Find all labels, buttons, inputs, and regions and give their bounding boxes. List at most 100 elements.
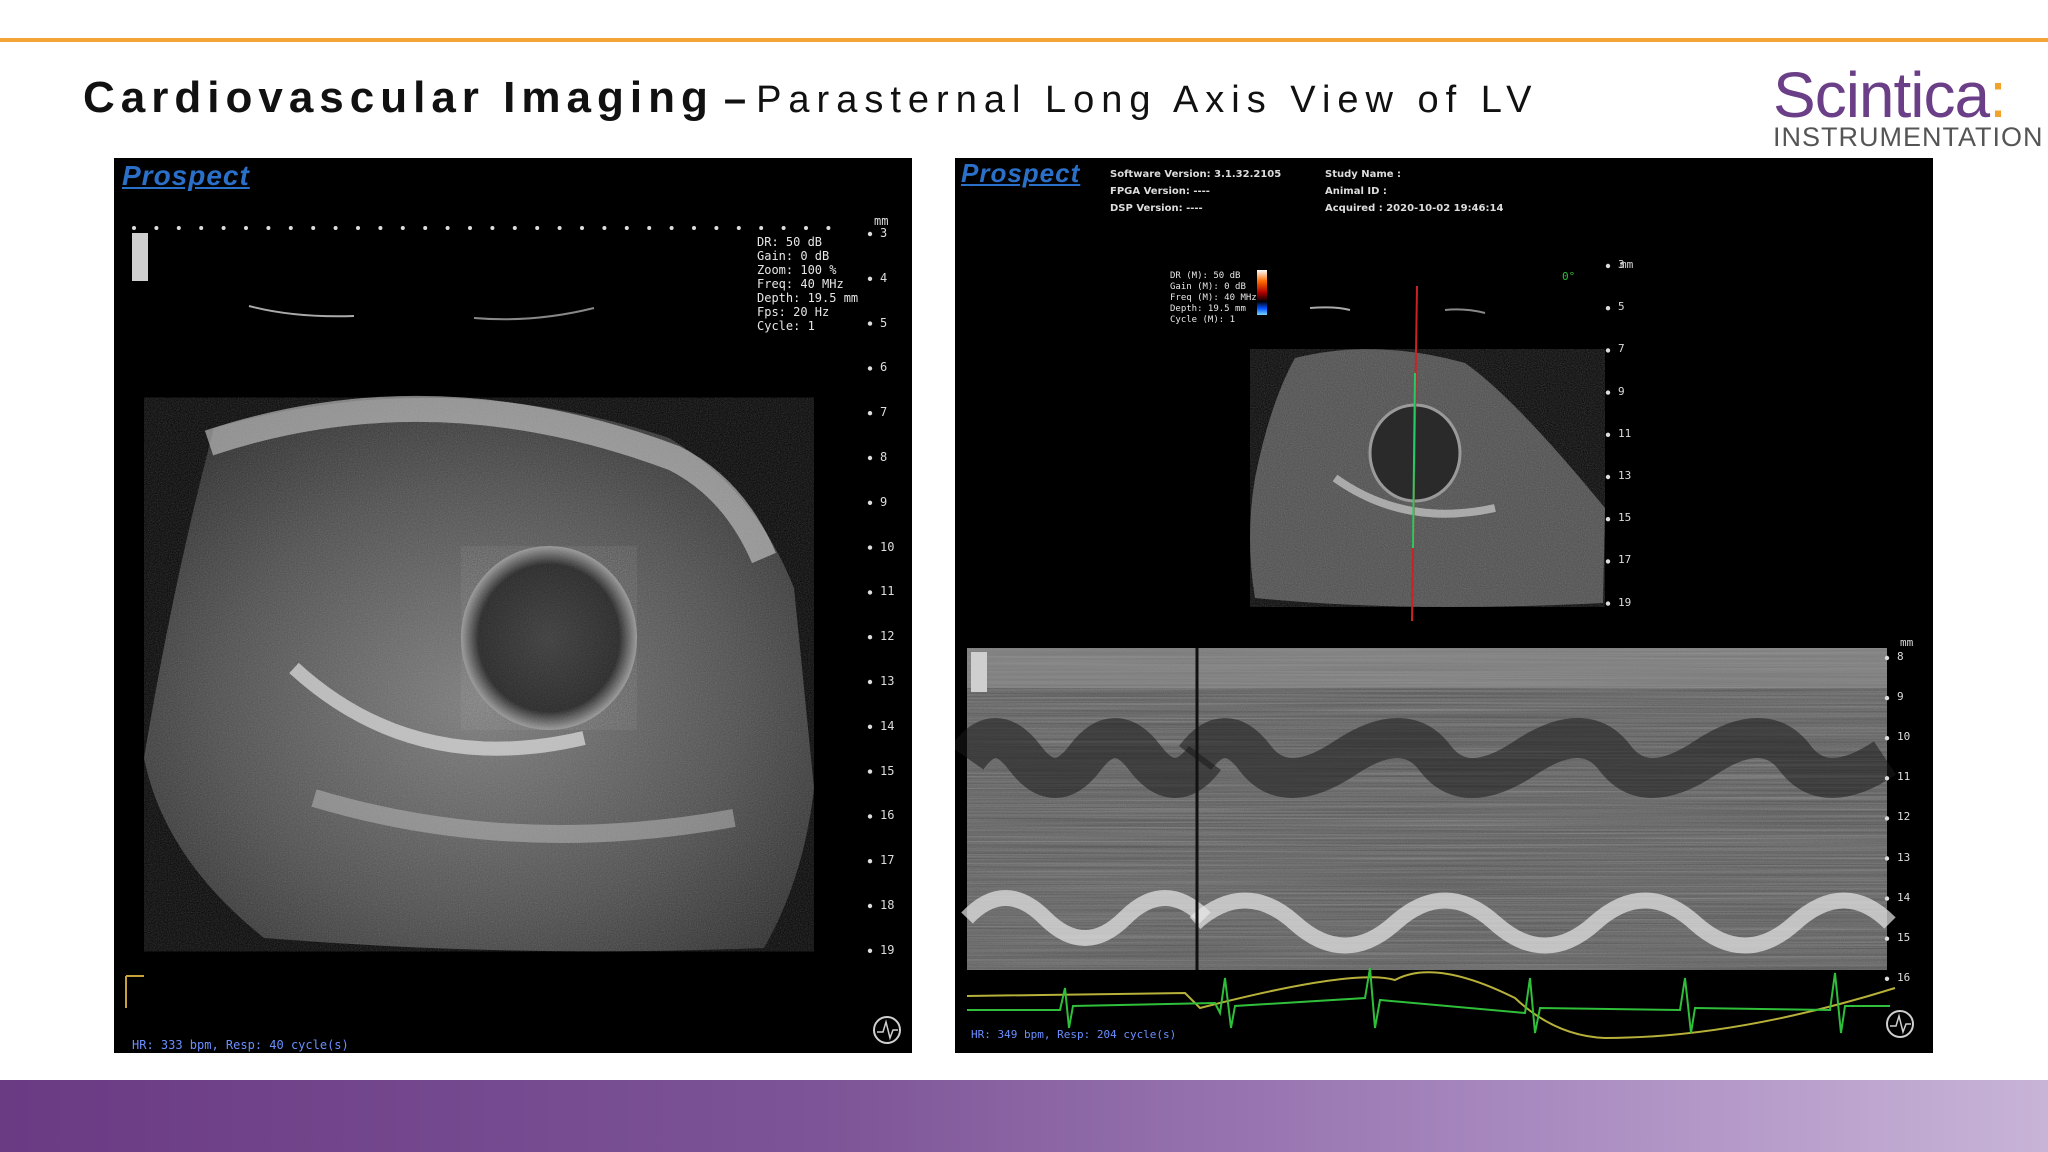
lateral-scale-dot (221, 226, 226, 230)
bmode-readout: DR: 50 dB Gain: 0 dB Zoom: 100 % Freq: 4… (757, 235, 859, 333)
depth-tick-dot (867, 903, 873, 909)
depth-tick-label: 13 (1897, 850, 1911, 864)
depth-tick-dot (1605, 432, 1611, 437)
depth-tick-dot (867, 635, 873, 640)
depth-tick-dot (867, 545, 873, 550)
depth-tick-dot (1884, 776, 1890, 781)
title-main: Cardiovascular Imaging (83, 73, 714, 122)
depth-tick-dot (867, 411, 873, 416)
meta-right: Study Name : Animal ID : Acquired : 2020… (1325, 169, 1504, 214)
depth-tick-label: 19 (880, 942, 895, 957)
depth-tick-dot (1605, 390, 1611, 395)
lateral-scale-dot (333, 226, 338, 230)
depth-tick-dot (867, 366, 873, 371)
lateral-scale-dot (736, 226, 741, 230)
depth-tick-dot (1605, 517, 1611, 522)
depth-tick-dot (867, 948, 873, 953)
lateral-scale-dot (759, 226, 764, 230)
depth-tick-label: 11 (1618, 426, 1632, 440)
depth-tick-label: 16 (880, 808, 895, 823)
logo-tagline: INSTRUMENTATION (1773, 122, 2044, 152)
depth-tick-dot (867, 814, 873, 819)
lateral-scale-dot (602, 226, 607, 230)
depth-tick-dot (1884, 736, 1890, 741)
depth-tick-label: 8 (880, 450, 888, 464)
lateral-scale-dot (512, 226, 517, 230)
lateral-scale-dot (669, 226, 674, 230)
logo-name: Scintica: (1773, 59, 2007, 131)
depth-tick-label: 3 (880, 226, 888, 240)
lateral-scale-dot (826, 226, 831, 230)
lateral-scale-dot (445, 226, 450, 230)
depth-tick-dot (1605, 263, 1611, 269)
top-accent-rule (0, 38, 2048, 42)
depth-tick-dot (1884, 936, 1890, 941)
lateral-scale-dot (199, 226, 204, 230)
mmode-image (955, 263, 1914, 1040)
title-dash: – (723, 77, 747, 121)
depth-tick-label: 11 (880, 584, 895, 599)
lateral-scale-dot (244, 226, 248, 230)
lateral-scale-dot (624, 226, 629, 230)
lateral-scale-dot (781, 226, 786, 230)
depth-tick-label: 15 (1618, 511, 1632, 525)
bmode-status: HR: 333 bpm, Resp: 40 cycle(s) (132, 1038, 349, 1052)
lateral-scale-dot (714, 226, 719, 230)
depth-tick-label: 6 (880, 360, 888, 375)
depth-tick-label: 18 (880, 898, 895, 912)
depth-tick-dot (1884, 816, 1890, 821)
depth-tick-dot (867, 500, 873, 505)
mmode-image-panel: Prospect Software Version: 3.1.32.2105 F… (955, 158, 1933, 1053)
lateral-scale-dot (356, 226, 360, 230)
mmode-depth-unit: mm (1900, 636, 1914, 649)
depth-tick-label: 8 (1897, 650, 1904, 663)
depth-tick-dot (867, 590, 873, 595)
lateral-scale-dot (400, 226, 405, 230)
depth-tick-label: 15 (880, 763, 895, 778)
depth-tick-label: 10 (1897, 730, 1911, 744)
depth-tick-dot (867, 724, 873, 729)
depth-tick-label: 7 (1618, 342, 1625, 356)
depth-tick-label: 17 (880, 853, 895, 868)
depth-tick-label: 16 (1897, 970, 1911, 984)
depth-tick-label: 15 (1897, 930, 1911, 944)
lateral-scale-dot (423, 226, 428, 230)
depth-tick-label: 12 (1897, 810, 1911, 824)
mmode-status: HR: 349 bpm, Resp: 204 cycle(s) (971, 1028, 1177, 1041)
depth-tick-label: 9 (880, 494, 888, 509)
lateral-scale-dot (176, 226, 181, 230)
depth-tick-label: 9 (1897, 690, 1904, 704)
colormap-bar (1257, 270, 1267, 315)
prospect-logo-left: Prospect (122, 160, 250, 191)
depth-tick-dot (867, 859, 873, 864)
depth-tick-dot (867, 276, 873, 281)
depth-tick-label: 17 (1618, 553, 1632, 567)
beam-angle: 0° (1562, 270, 1576, 283)
depth-tick-dot (1605, 474, 1611, 480)
depth-tick-label: 7 (880, 405, 888, 420)
prospect-logo-right: Prospect (961, 158, 1081, 188)
title-subtitle: Parasternal Long Axis View of LV (756, 79, 1539, 121)
depth-tick-dot (867, 321, 873, 326)
depth-tick-label: 5 (1618, 300, 1625, 314)
lateral-scale-dot (132, 226, 136, 230)
meta-left: Software Version: 3.1.32.2105 FPGA Versi… (1110, 169, 1282, 214)
slide-title: Cardiovascular Imaging – Parasternal Long … (83, 68, 1538, 128)
lateral-scale-dot (692, 226, 696, 230)
lateral-scale-dot (804, 226, 808, 230)
depth-tick-dot (867, 455, 873, 461)
lateral-scale-dot (647, 226, 652, 230)
depth-tick-label: 13 (1618, 469, 1632, 482)
depth-tick-dot (1884, 856, 1890, 861)
scintica-logo: Scintica: INSTRUMENTATION (1770, 59, 2043, 160)
depth-tick-dot (867, 231, 873, 237)
depth-tick-label: 9 (1618, 384, 1625, 398)
depth-tick-dot (1605, 601, 1611, 606)
lateral-scale-dot (468, 226, 472, 230)
lateral-scale-dot (154, 226, 159, 230)
depth-tick-dot (1605, 559, 1611, 564)
depth-tick-label: 19 (1618, 595, 1632, 609)
depth-tick-dot (867, 769, 873, 774)
depth-tick-label: 13 (880, 674, 895, 688)
lateral-scale-dot (311, 226, 316, 230)
